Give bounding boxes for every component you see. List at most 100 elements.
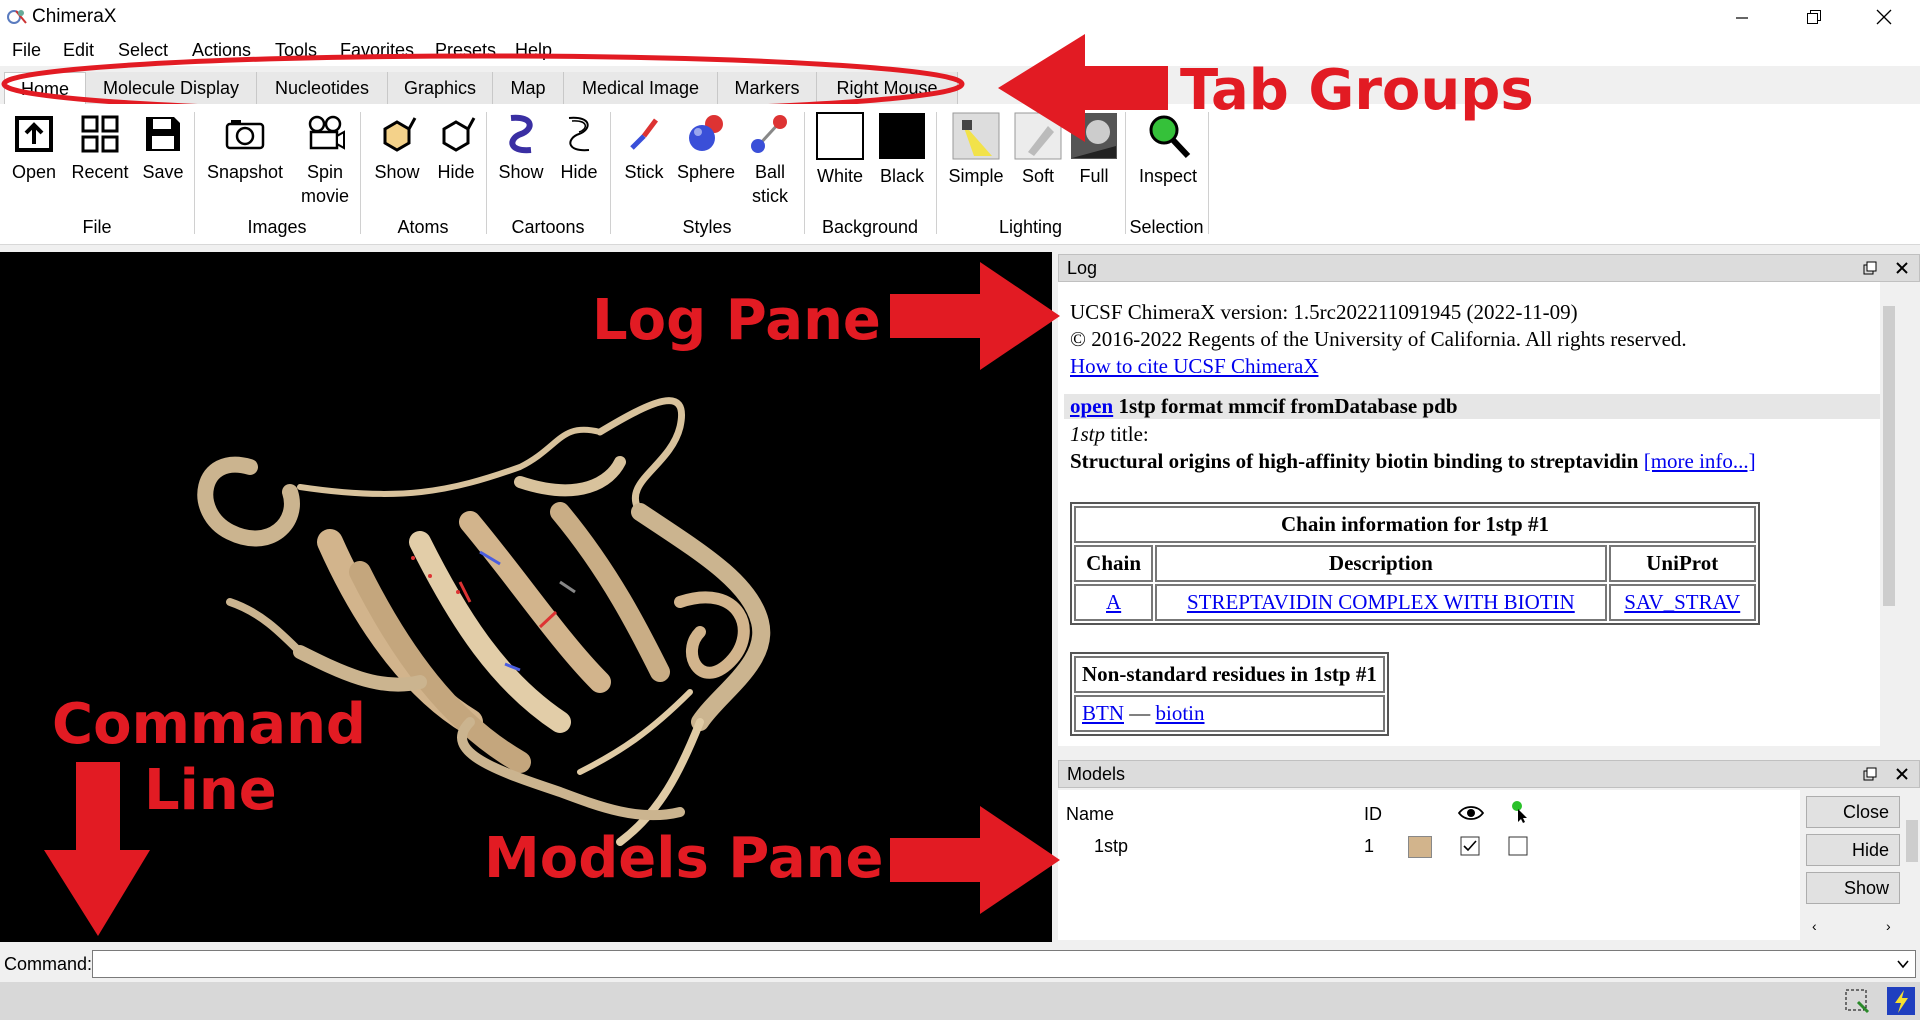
models-table: Name ID 1stp 1 bbox=[1058, 790, 1904, 940]
cartoons-show-button[interactable]: Show bbox=[494, 112, 548, 184]
log-pane-title: Log bbox=[1067, 258, 1098, 278]
undock-icon[interactable] bbox=[1862, 260, 1878, 276]
movie-camera-icon bbox=[308, 115, 345, 150]
scrollbar-thumb[interactable] bbox=[1906, 820, 1918, 862]
cite-line: How to cite UCSF ChimeraX bbox=[1070, 354, 1318, 379]
hide-cartoon-icon bbox=[568, 116, 590, 152]
model-color-swatch[interactable] bbox=[1408, 836, 1432, 858]
spin-movie-button[interactable]: Spin movie bbox=[298, 112, 352, 208]
table-row: BTN — biotin bbox=[1074, 695, 1385, 732]
structure-title-label: 1stp title: bbox=[1070, 422, 1149, 446]
window-title: ChimeraX bbox=[32, 6, 117, 27]
table-row[interactable]: 1stp 1 bbox=[1058, 834, 1858, 862]
open-icon bbox=[15, 116, 53, 152]
stick-button[interactable]: Stick bbox=[616, 112, 672, 184]
status-bar bbox=[0, 982, 1920, 1020]
command-label: Command: bbox=[4, 954, 93, 974]
show-atoms-hexagon-icon bbox=[383, 117, 417, 152]
group-label-styles: Styles bbox=[682, 217, 732, 237]
models-pane-header: Models bbox=[1058, 760, 1920, 788]
residue-table-caption: Non-standard residues in 1stp #1 bbox=[1074, 656, 1385, 693]
undock-icon[interactable] bbox=[1862, 766, 1878, 782]
close-window-button[interactable] bbox=[1854, 0, 1914, 34]
select-pointer-icon bbox=[1512, 801, 1527, 823]
white-background-button[interactable]: White bbox=[812, 112, 868, 188]
graphics-update-icon[interactable] bbox=[1886, 986, 1916, 1016]
uniprot-link[interactable]: SAV_STRAV bbox=[1624, 590, 1740, 614]
model-name: 1stp bbox=[1094, 836, 1129, 856]
command-input[interactable] bbox=[92, 950, 1916, 978]
description-link[interactable]: STREPTAVIDIN COMPLEX WITH BIOTIN bbox=[1187, 590, 1575, 614]
log-content: UCSF ChimeraX version: 1.5rc202211091945… bbox=[1058, 282, 1898, 746]
minimize-button[interactable] bbox=[1712, 0, 1772, 34]
column-header-description: Description bbox=[1155, 545, 1607, 582]
models-scrollbar[interactable] bbox=[1904, 790, 1920, 914]
toolbar: Open Recent Save Snapshot Spin movie Sho… bbox=[0, 104, 1920, 245]
hide-atoms-hexagon-icon bbox=[442, 117, 476, 152]
camera-icon bbox=[225, 120, 265, 150]
column-header-id: ID bbox=[1364, 804, 1382, 824]
sphere-button[interactable]: Sphere bbox=[676, 112, 736, 184]
save-button[interactable]: Save bbox=[136, 112, 190, 184]
cartoons-hide-button[interactable]: Hide bbox=[552, 112, 606, 184]
residue-code-link[interactable]: BTN bbox=[1082, 701, 1124, 725]
close-model-button[interactable]: Close bbox=[1806, 796, 1900, 828]
group-separator bbox=[194, 112, 195, 234]
ball-and-stick-button[interactable]: Ball stick bbox=[740, 112, 800, 208]
log-scrollbar[interactable] bbox=[1880, 282, 1898, 746]
save-icon bbox=[146, 117, 180, 151]
annotation-log-pane: Log Pane bbox=[592, 288, 881, 353]
scrollbar-thumb[interactable] bbox=[1883, 306, 1895, 606]
hide-model-button[interactable]: Hide bbox=[1806, 834, 1900, 866]
log-pane-header: Log bbox=[1058, 254, 1920, 282]
group-separator bbox=[936, 112, 937, 234]
shown-checkbox[interactable] bbox=[1460, 836, 1480, 856]
show-cartoon-icon bbox=[509, 114, 533, 154]
open-command-link[interactable]: open bbox=[1070, 394, 1113, 418]
restore-icon bbox=[1807, 10, 1821, 24]
annotation-command-line-1: Command bbox=[52, 692, 367, 757]
white-swatch-icon bbox=[816, 112, 864, 160]
chain-table-caption: Chain information for 1stp #1 bbox=[1074, 506, 1756, 543]
open-button[interactable]: Open bbox=[6, 112, 62, 184]
command-bar: Command: bbox=[0, 946, 1920, 982]
close-icon bbox=[1876, 9, 1892, 25]
chain-link[interactable]: A bbox=[1106, 590, 1121, 614]
atoms-hide-button[interactable]: Hide bbox=[428, 112, 484, 184]
group-separator bbox=[1208, 112, 1209, 234]
restore-button[interactable] bbox=[1784, 0, 1844, 34]
column-header-name: Name bbox=[1066, 804, 1115, 824]
snapshot-button[interactable]: Snapshot bbox=[200, 112, 290, 184]
chevron-down-icon[interactable] bbox=[1896, 958, 1910, 970]
chain-info-table: Chain information for 1stp #1 Chain Desc… bbox=[1070, 502, 1760, 625]
models-horizontal-scrollbar[interactable]: ‹ › bbox=[1806, 916, 1904, 938]
group-label-background: Background bbox=[821, 217, 919, 237]
recent-grid-icon bbox=[81, 115, 119, 153]
table-row: A STREPTAVIDIN COMPLEX WITH BIOTIN SAV_S… bbox=[1074, 584, 1756, 621]
residue-name-link[interactable]: biotin bbox=[1156, 701, 1205, 725]
selection-inspector-icon[interactable] bbox=[1844, 988, 1870, 1014]
chimerax-logo-icon bbox=[7, 10, 27, 24]
more-info-link[interactable]: [more info...] bbox=[1644, 449, 1756, 473]
group-separator bbox=[804, 112, 805, 234]
group-separator bbox=[610, 112, 611, 234]
version-line: UCSF ChimeraX version: 1.5rc202211091945… bbox=[1070, 300, 1578, 324]
arrow-to-log-pane bbox=[890, 262, 1060, 370]
close-models-icon[interactable] bbox=[1894, 766, 1910, 782]
black-background-button[interactable]: Black bbox=[874, 112, 930, 188]
group-label-lighting: Lighting bbox=[998, 217, 1063, 237]
show-model-button[interactable]: Show bbox=[1806, 872, 1900, 904]
atoms-show-button[interactable]: Show bbox=[368, 112, 426, 184]
scroll-left-icon[interactable]: ‹ bbox=[1812, 918, 1817, 934]
stick-icon bbox=[630, 118, 658, 150]
recent-button[interactable]: Recent bbox=[68, 112, 132, 184]
select-checkbox[interactable] bbox=[1508, 836, 1528, 856]
arrow-to-models-pane bbox=[890, 806, 1060, 914]
minimize-icon bbox=[1736, 17, 1748, 19]
close-log-icon[interactable] bbox=[1894, 260, 1910, 276]
group-separator bbox=[486, 112, 487, 234]
cite-link[interactable]: How to cite UCSF ChimeraX bbox=[1070, 354, 1318, 378]
structure-title-line: Structural origins of high-affinity biot… bbox=[1070, 449, 1756, 473]
group-label-atoms: Atoms bbox=[397, 217, 449, 237]
scroll-right-icon[interactable]: › bbox=[1886, 918, 1891, 934]
